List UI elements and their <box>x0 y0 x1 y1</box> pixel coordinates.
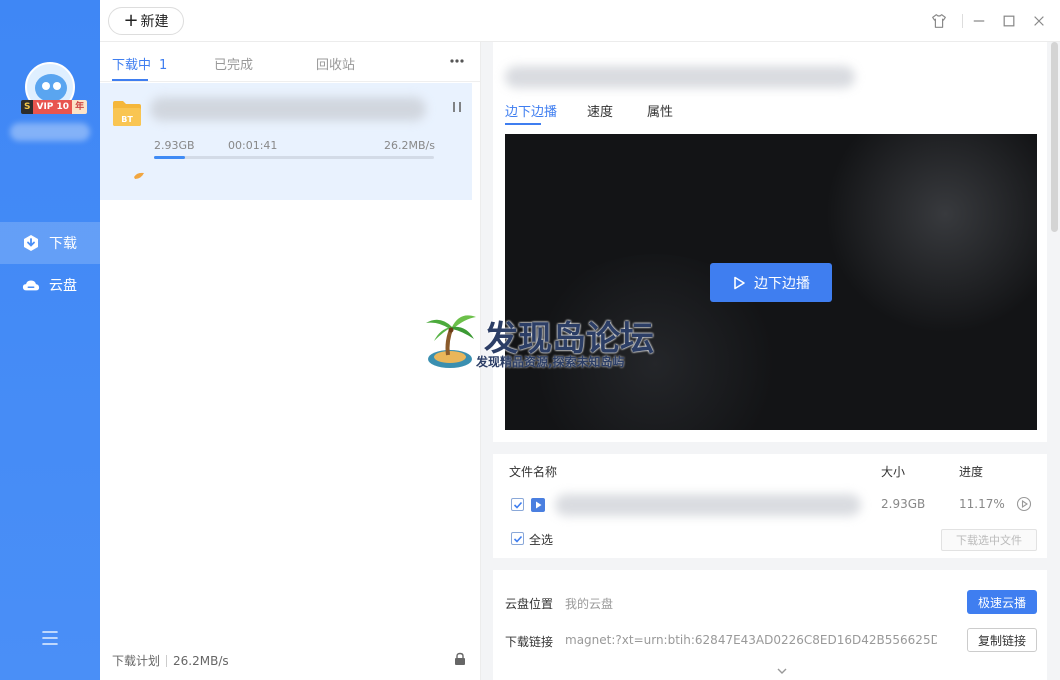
download-plan-label: 下载计划 <box>112 654 161 668</box>
cloud-link-card: 云盘位置 我的云盘 极速云播 下载链接 magnet:?xt=urn:btih:… <box>493 570 1047 680</box>
col-header-size: 大小 <box>881 465 906 479</box>
sidebar: S VIP 10 年 下载 云盘 <box>0 0 100 680</box>
download-link-value[interactable]: magnet:?xt=urn:btih:62847E43AD0226C8ED16… <box>565 633 937 647</box>
tab-label: 回收站 <box>316 58 356 73</box>
play-button-label: 边下边播 <box>754 275 810 292</box>
sidebar-item-cloud[interactable]: 云盘 <box>0 264 100 306</box>
file-size: 2.93GB <box>881 497 926 511</box>
sidebar-item-label: 下载 <box>49 236 77 252</box>
total-speed: 26.2MB/s <box>173 653 229 668</box>
bt-badge-label: BT <box>121 115 133 124</box>
download-link-label: 下载链接 <box>505 635 554 649</box>
task-elapsed: 00:01:41 <box>228 139 278 152</box>
lock-icon[interactable] <box>453 652 467 666</box>
video-file-icon <box>531 498 545 512</box>
tab-active-indicator <box>112 79 148 81</box>
file-progress: 11.17% <box>959 497 1005 511</box>
pause-icon[interactable] <box>450 100 464 114</box>
task-speed: 26.2MB/s <box>384 139 435 152</box>
avatar-face <box>35 74 67 102</box>
download-plan[interactable]: 下载计划 26.2MB/s <box>112 652 229 669</box>
tab-count: 1 <box>159 58 168 73</box>
col-header-name: 文件名称 <box>509 465 558 479</box>
new-task-button[interactable]: + 新建 <box>108 7 184 35</box>
avatar-eye-right <box>53 82 61 90</box>
forum-watermark: 发现岛论坛 发现精品资源,探索未知岛屿 <box>420 305 660 375</box>
watermark-subtitle: 发现精品资源,探索未知岛屿 <box>476 355 625 369</box>
username-blurred <box>10 123 90 141</box>
player-glow-top <box>825 134 1037 334</box>
menu-icon[interactable] <box>40 628 60 648</box>
tab-label: 已完成 <box>214 58 254 73</box>
copy-link-button[interactable]: 复制链接 <box>967 628 1037 652</box>
close-icon[interactable] <box>1028 10 1050 32</box>
sidebar-item-label: 云盘 <box>49 278 77 294</box>
more-options-icon[interactable] <box>448 52 466 70</box>
speed-boost-icon <box>133 170 145 180</box>
task-tabs: 下载中 1 已完成 回收站 <box>100 42 480 82</box>
vip-level: VIP 10 <box>33 100 73 114</box>
skin-shirt-icon[interactable] <box>928 10 950 32</box>
bt-folder-icon: BT <box>112 99 142 127</box>
top-bar: + 新建 <box>100 0 1060 42</box>
select-all-label[interactable]: 全选 <box>529 531 553 548</box>
task-row[interactable]: BT 2.93GB 00:01:41 26.2MB/s <box>100 83 472 200</box>
play-while-downloading-button[interactable]: 边下边播 <box>710 263 832 302</box>
minimize-icon[interactable] <box>968 10 990 32</box>
file-name-blurred <box>555 494 861 516</box>
tab-recycle-bin[interactable]: 回收站 <box>316 54 355 73</box>
detail-tab-indicator <box>505 123 541 125</box>
cloud-icon <box>22 276 40 294</box>
new-task-label: 新建 <box>140 14 169 30</box>
file-checkbox[interactable] <box>511 498 524 511</box>
vip-badge[interactable]: S VIP 10 年 <box>21 100 88 114</box>
preview-card: 边下边播 速度 属性 边下边播 <box>493 42 1047 442</box>
palm-island-logo <box>426 315 476 368</box>
titlebar-divider <box>962 14 963 28</box>
vip-s-mark: S <box>21 100 34 114</box>
task-progress-bar <box>154 156 434 159</box>
maximize-icon[interactable] <box>998 10 1020 32</box>
tab-speed[interactable]: 速度 <box>587 101 613 120</box>
file-list-card: 文件名称 大小 进度 2.93GB 11.17% 全选 下载选中文件 <box>493 454 1047 558</box>
col-header-progress: 进度 <box>959 465 984 479</box>
play-file-icon[interactable] <box>1016 496 1032 512</box>
chevron-down-icon[interactable] <box>776 665 788 675</box>
play-icon <box>732 276 746 290</box>
tab-play-while-downloading[interactable]: 边下边播 <box>505 101 557 120</box>
cloud-location-value[interactable]: 我的云盘 <box>565 595 613 612</box>
download-selected-button[interactable]: 下载选中文件 <box>941 529 1037 551</box>
detail-scrollbar[interactable] <box>1051 42 1058 232</box>
avatar-eye-left <box>42 82 50 90</box>
fast-cloud-play-button[interactable]: 极速云播 <box>967 590 1037 614</box>
tab-downloading[interactable]: 下载中 1 <box>112 54 167 73</box>
task-progress-fill <box>154 156 185 159</box>
cloud-location-label: 云盘位置 <box>505 597 554 611</box>
download-plan-divider <box>166 654 168 667</box>
video-preview[interactable]: 边下边播 <box>505 134 1037 430</box>
tab-properties[interactable]: 属性 <box>647 101 673 120</box>
task-size: 2.93GB <box>154 139 195 152</box>
download-icon <box>22 234 40 252</box>
task-name-blurred <box>150 97 426 121</box>
plus-icon: + <box>123 10 139 31</box>
tab-completed[interactable]: 已完成 <box>214 54 253 73</box>
select-all-checkbox[interactable] <box>511 532 524 545</box>
tab-label: 下载中 <box>112 58 152 73</box>
vip-year: 年 <box>72 100 88 114</box>
task-title-blurred <box>505 66 855 88</box>
sidebar-item-download[interactable]: 下载 <box>0 222 100 264</box>
